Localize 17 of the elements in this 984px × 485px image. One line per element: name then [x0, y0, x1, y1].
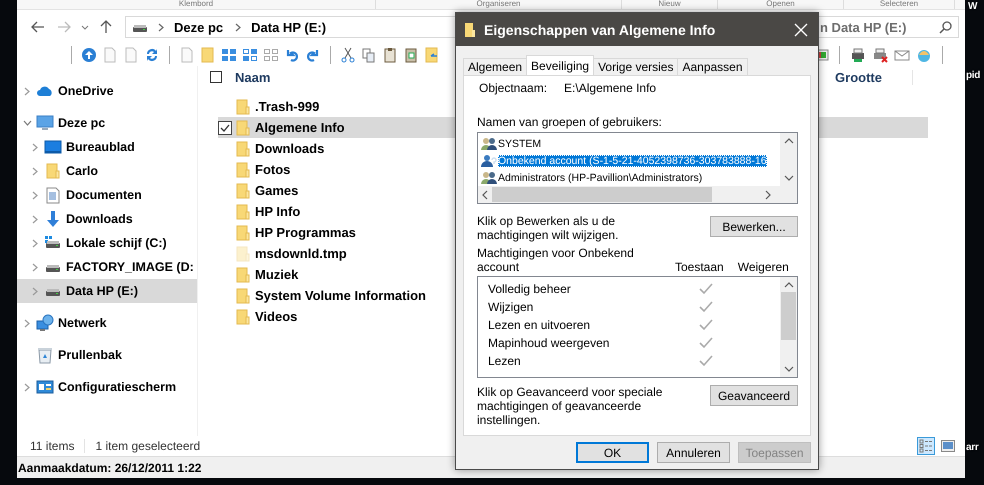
dialog-title: Eigenschappen van Algemene Info: [484, 22, 716, 38]
created-date: Aanmaakdatum: 26/12/2011 1:22: [18, 461, 202, 475]
object-name: E:\Algemene Info: [564, 81, 656, 95]
ribbon-group-label: Klembord: [178, 0, 214, 8]
ribbon-group-label: Selecteren: [880, 0, 918, 8]
ribbon-group-label: Openen: [766, 0, 795, 8]
list-label: Namen van groepen of gebruikers:: [477, 115, 663, 129]
ribbon-group-label: Organiseren: [476, 0, 521, 8]
column-header: Weigeren: [738, 260, 789, 274]
permissions-label: Machtigingen voor Onbekend account: [477, 246, 635, 274]
advanced-hint: Klik op Geavanceerd voor speciale machtigingen of geavanceerde instellingen.: [477, 385, 664, 427]
item-count: 11 items: [30, 439, 74, 453]
column-header: Toestaan: [675, 260, 724, 274]
field-label: Objectnaam:: [479, 81, 548, 95]
ribbon-group-label: Nieuw: [658, 0, 681, 8]
selection-count: 1 item geselecteerd: [84, 439, 200, 453]
edit-hint: Klik op Bewerken als u de machtigingen wilt wijzigen.: [477, 214, 620, 242]
